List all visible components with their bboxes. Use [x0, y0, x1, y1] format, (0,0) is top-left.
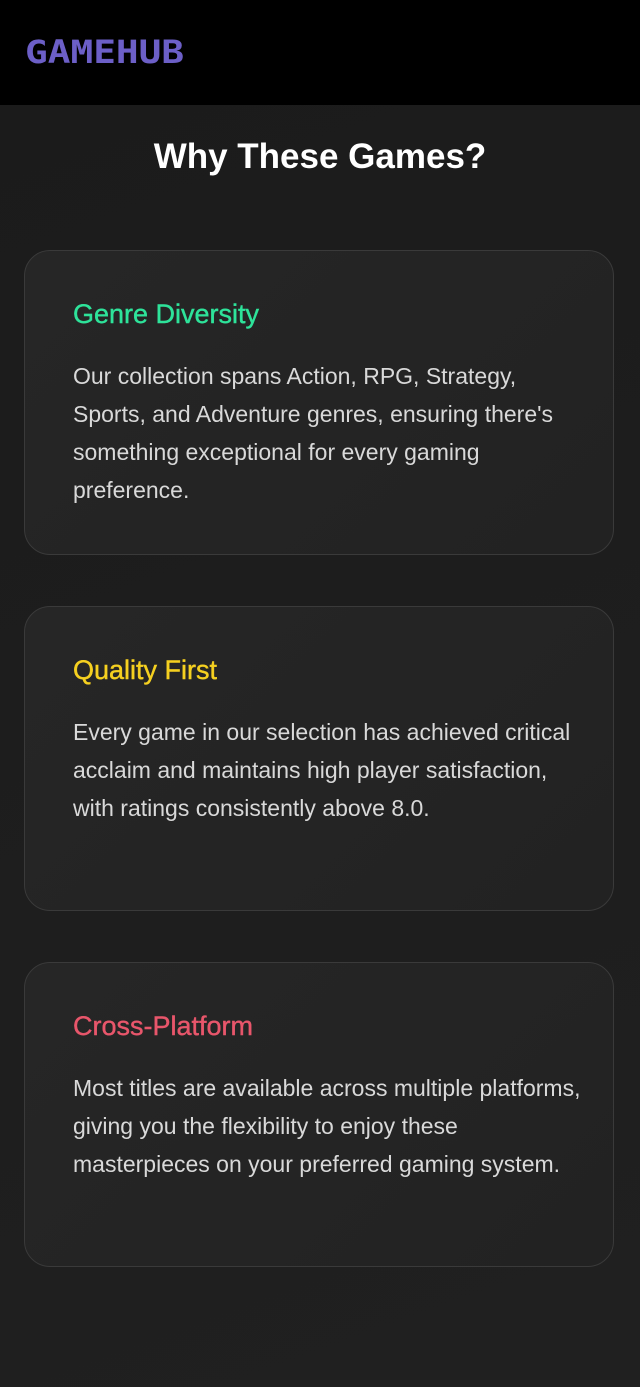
top-bar: GAMEHUB	[0, 0, 640, 105]
card-title: Genre Diversity	[73, 299, 260, 329]
feature-card-cross-platform: Cross-Platform Most titles are available…	[24, 962, 614, 1267]
card-title: Quality First	[73, 655, 218, 685]
card-title: Cross-Platform	[73, 1011, 254, 1041]
section-title: Why These Games?	[153, 137, 487, 176]
card-body: Every game in our selection has achieved…	[73, 719, 571, 821]
feature-card-quality-first: Quality First Every game in our selectio…	[24, 606, 614, 911]
card-body: Our collection spans Action, RPG, Strate…	[73, 363, 554, 503]
feature-card-genre-diversity: Genre Diversity Our collection spans Act…	[24, 250, 614, 555]
gamehub-logo[interactable]: GAMEHUB	[25, 32, 184, 72]
card-body: Most titles are available across multipl…	[73, 1075, 581, 1177]
why-these-games-section: Why These Games? Genre Diversity Our col…	[0, 105, 640, 1387]
